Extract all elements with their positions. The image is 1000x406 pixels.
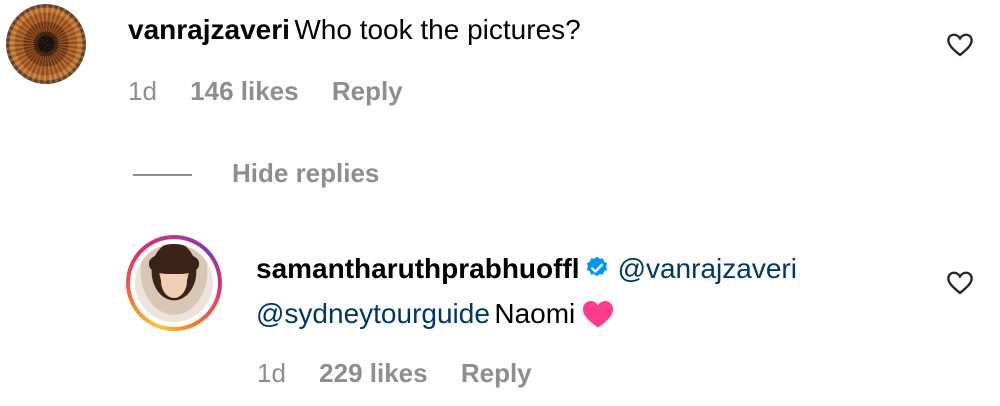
reply-age: 1d <box>257 358 286 388</box>
heart-outline-icon[interactable] <box>946 31 974 59</box>
reply-likes[interactable]: 229 likes <box>319 358 427 388</box>
comment-likes[interactable]: 146 likes <box>190 76 298 106</box>
comment-meta: 1d 146 likes Reply <box>128 76 429 107</box>
comment-reply-button[interactable]: Reply <box>332 76 403 106</box>
pink-heart-emoji <box>583 301 614 328</box>
reply-username[interactable]: samantharuthprabhuoffl <box>256 253 580 284</box>
comment-row: vanrajzaveri Who took the pictures? <box>128 14 581 46</box>
reply-row: samantharuthprabhuoffl @vanrajzaveri <box>256 253 797 285</box>
avatar <box>135 244 213 322</box>
reply-reply-button[interactable]: Reply <box>461 358 532 388</box>
comment-age: 1d <box>128 76 157 106</box>
reply-meta: 1d 229 likes Reply <box>257 358 558 389</box>
mention-link[interactable]: @vanrajzaveri <box>618 253 797 284</box>
verified-badge-icon <box>586 256 607 277</box>
avatar[interactable] <box>6 4 86 84</box>
comment-username[interactable]: vanrajzaveri <box>128 14 290 45</box>
reply-text: Naomi <box>494 298 576 329</box>
heart-outline-icon[interactable] <box>946 269 974 297</box>
mention-link[interactable]: @sydneytourguide <box>256 298 490 329</box>
replies-divider <box>133 174 192 176</box>
story-ring-avatar[interactable] <box>126 235 222 331</box>
hide-replies-button[interactable]: Hide replies <box>232 158 379 189</box>
comment-text: Who took the pictures? <box>294 14 581 45</box>
reply-row-continued: @sydneytourguide Naomi <box>256 298 615 330</box>
